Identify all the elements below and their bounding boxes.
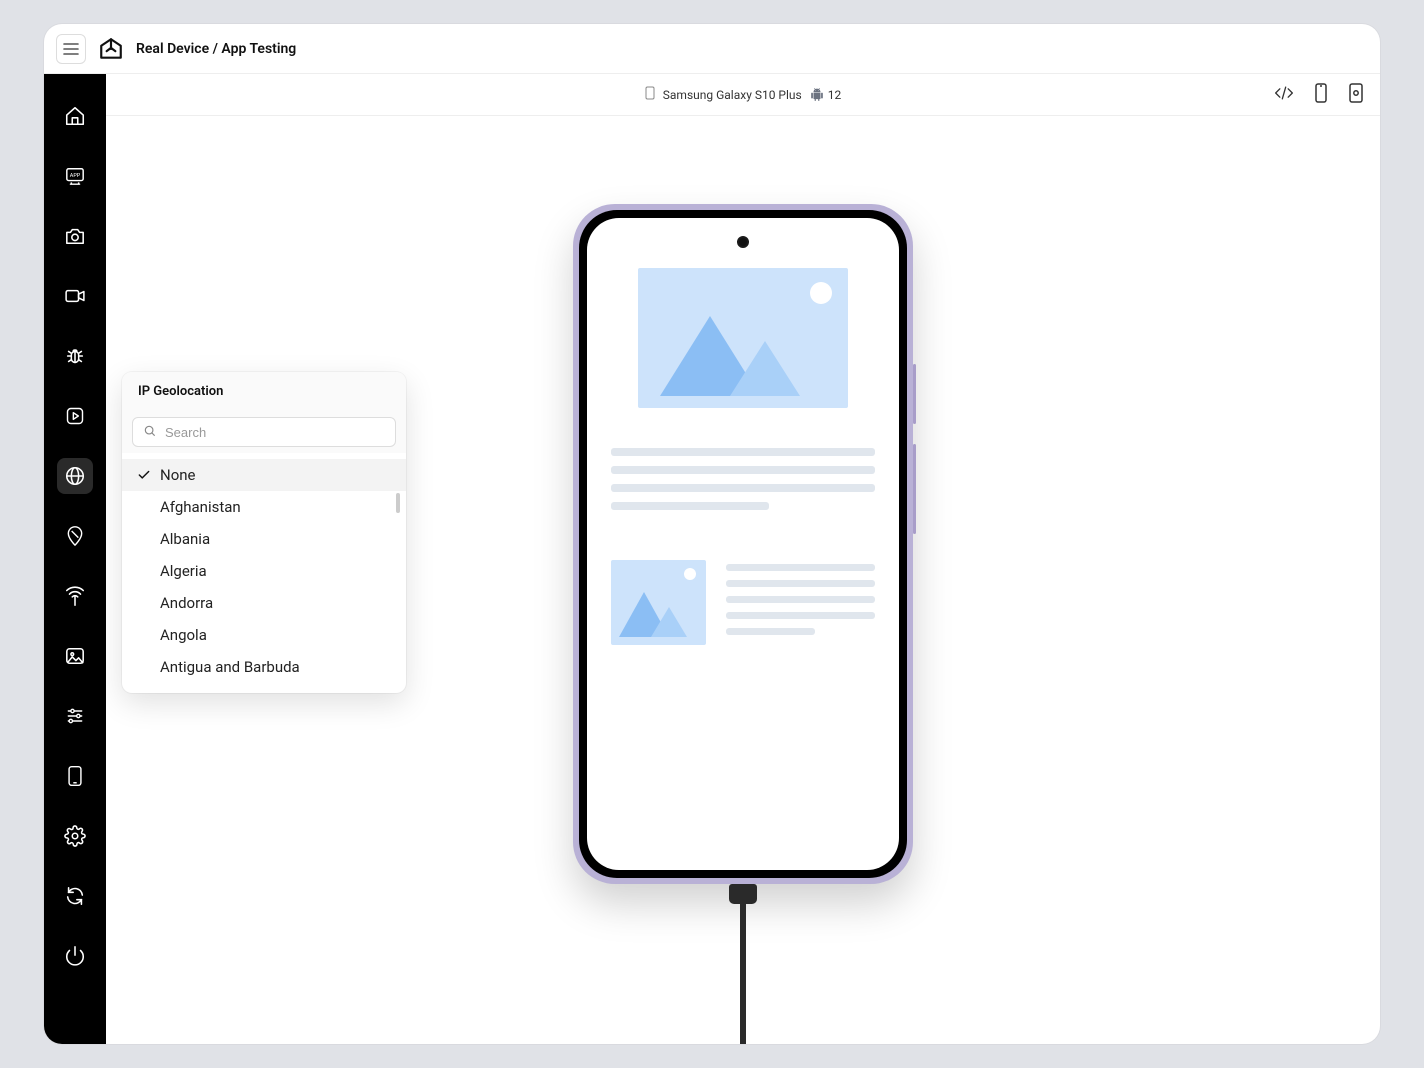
device-frame bbox=[573, 204, 913, 884]
devtools-icon[interactable] bbox=[1274, 85, 1294, 105]
install-app-icon[interactable] bbox=[1348, 83, 1364, 107]
option-label: Angola bbox=[160, 626, 207, 644]
content-area: IP Geolocation None bbox=[106, 116, 1380, 1044]
option-label: Albania bbox=[160, 530, 210, 548]
search-box[interactable] bbox=[132, 417, 396, 447]
option-afghanistan[interactable]: Afghanistan bbox=[122, 491, 406, 523]
header-actions bbox=[1274, 83, 1364, 107]
camera-cutout bbox=[737, 236, 749, 248]
search-icon bbox=[143, 423, 157, 442]
device-name: Samsung Galaxy S10 Plus bbox=[663, 88, 802, 102]
side-button-1 bbox=[913, 364, 916, 424]
sidebar-bug[interactable] bbox=[57, 338, 93, 374]
scrollbar-thumb[interactable] bbox=[396, 493, 400, 513]
os-version: 12 bbox=[828, 88, 842, 102]
svg-text:APP: APP bbox=[70, 173, 81, 179]
option-antigua[interactable]: Antigua and Barbuda bbox=[122, 651, 406, 683]
sidebar-network[interactable] bbox=[57, 578, 93, 614]
option-albania[interactable]: Albania bbox=[122, 523, 406, 555]
header: Real Device / App Testing bbox=[44, 24, 1380, 74]
option-label: Afghanistan bbox=[160, 498, 241, 516]
sidebar-home[interactable] bbox=[57, 98, 93, 134]
app-window: Real Device / App Testing Samsung Galaxy… bbox=[44, 24, 1380, 1044]
phone-mini-icon bbox=[645, 86, 655, 103]
option-angola[interactable]: Angola bbox=[122, 619, 406, 651]
android-icon bbox=[810, 88, 824, 102]
rotate-device-icon[interactable] bbox=[1314, 83, 1328, 107]
option-none[interactable]: None bbox=[122, 459, 406, 491]
sidebar-geolocation[interactable] bbox=[57, 458, 93, 494]
option-label: None bbox=[160, 466, 196, 484]
placeholder-row bbox=[611, 560, 875, 645]
option-algeria[interactable]: Algeria bbox=[122, 555, 406, 587]
sidebar-app[interactable]: APP bbox=[57, 158, 93, 194]
sidebar-location[interactable] bbox=[57, 518, 93, 554]
placeholder-image-large bbox=[638, 268, 848, 408]
device-info: Samsung Galaxy S10 Plus 12 bbox=[645, 86, 841, 103]
sidebar-image[interactable] bbox=[57, 638, 93, 674]
option-andorra[interactable]: Andorra bbox=[122, 587, 406, 619]
search-input[interactable] bbox=[165, 425, 385, 440]
sidebar-power[interactable] bbox=[57, 938, 93, 974]
subheader: Samsung Galaxy S10 Plus 12 bbox=[106, 74, 1380, 116]
menu-button[interactable] bbox=[56, 34, 86, 64]
side-button-2 bbox=[913, 444, 916, 534]
sidebar-sliders[interactable] bbox=[57, 698, 93, 734]
sidebar-device[interactable] bbox=[57, 758, 93, 794]
sidebar: APP bbox=[44, 74, 106, 1044]
placeholder-image-small bbox=[611, 560, 706, 645]
option-label: Algeria bbox=[160, 562, 207, 580]
device-stage bbox=[573, 204, 913, 884]
popover-title: IP Geolocation bbox=[122, 372, 406, 411]
sidebar-video[interactable] bbox=[57, 278, 93, 314]
sidebar-play[interactable] bbox=[57, 398, 93, 434]
sidebar-refresh[interactable] bbox=[57, 878, 93, 914]
sidebar-camera[interactable] bbox=[57, 218, 93, 254]
logo-icon bbox=[98, 36, 124, 62]
option-label: Antigua and Barbuda bbox=[160, 658, 300, 676]
sidebar-settings[interactable] bbox=[57, 818, 93, 854]
device-screen[interactable] bbox=[587, 218, 899, 870]
option-label: Andorra bbox=[160, 594, 213, 612]
placeholder-lines bbox=[611, 448, 875, 510]
usb-cable bbox=[729, 884, 757, 1044]
options-list: None Afghanistan Albania Algeria Andorra bbox=[122, 453, 406, 693]
os-version-chip: 12 bbox=[810, 88, 842, 102]
geolocation-popover: IP Geolocation None bbox=[122, 372, 406, 693]
breadcrumb: Real Device / App Testing bbox=[136, 41, 296, 57]
check-icon bbox=[136, 467, 152, 483]
